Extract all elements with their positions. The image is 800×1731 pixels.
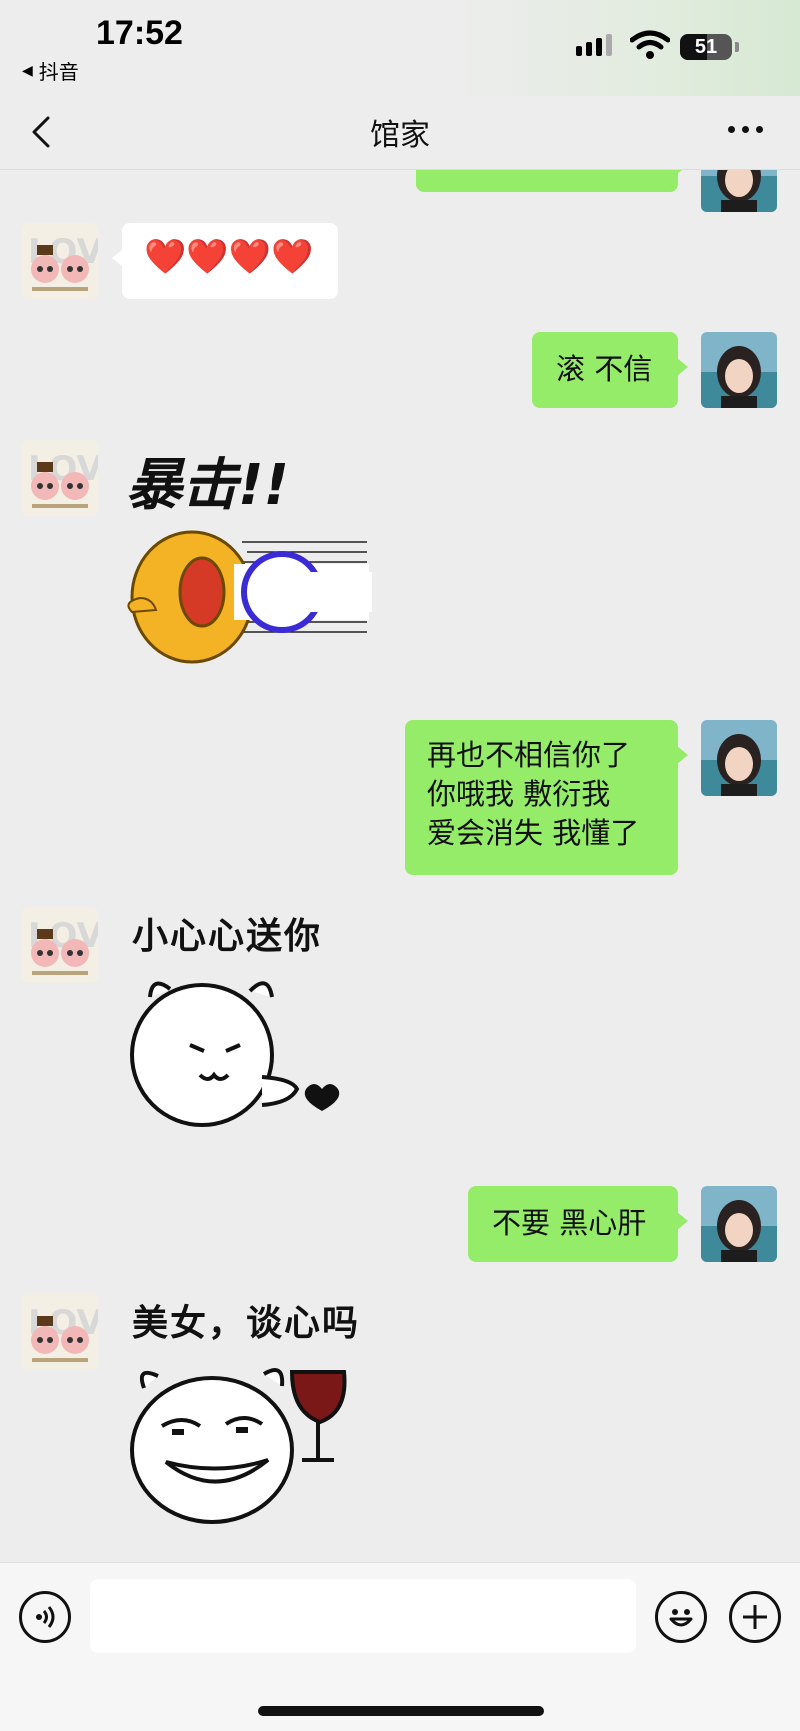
my-avatar [701, 720, 777, 796]
wifi-icon [630, 30, 670, 59]
home-indicator[interactable] [258, 1706, 544, 1716]
voice-icon[interactable] [19, 1591, 71, 1643]
message-input[interactable] [90, 1579, 636, 1653]
contact-avatar: LOVE [22, 1294, 98, 1370]
cellular-signal-icon [576, 34, 612, 56]
sticker-heart-gift[interactable]: 小心心送你 [122, 907, 372, 1147]
battery-tip [735, 42, 739, 52]
message-bubble[interactable]: 再也不相信你了 你哦我 敷衍我 爱会消失 我懂了 [405, 720, 688, 875]
more-icon[interactable] [728, 126, 763, 133]
sticker-image [130, 981, 340, 1127]
sticker-heart-talk[interactable]: 美女，谈心吗 [122, 1294, 372, 1534]
message-bubble[interactable]: 不要 黑心肝 [468, 1186, 688, 1262]
back-to-app[interactable]: ◀ 抖音 [22, 56, 79, 85]
back-app-label: 抖音 [38, 60, 79, 84]
sticker-caption: 小心心送你 [132, 916, 323, 957]
message-bubble[interactable]: 滚 不信 [532, 332, 688, 408]
battery-level: 51 [694, 35, 718, 58]
chat-title: 馆家 [370, 118, 430, 153]
message-bubble[interactable]: ❤️❤️❤️❤️ [112, 223, 338, 299]
nav-bar: 馆家 [0, 96, 800, 170]
contact-avatar: LOVE [22, 223, 98, 299]
status-bar: 17:52 ◀ 抖音 51 [0, 0, 800, 96]
message-bubble-partial [416, 170, 688, 192]
contact-avatar: LOVE [22, 440, 98, 516]
my-avatar [701, 1186, 777, 1262]
sticker-crit-hit[interactable]: 暴击!! [122, 440, 372, 682]
chat-area[interactable]: LOVE ❤️❤️❤️❤️ 滚 不信 LOVE 暴击!! [0, 170, 800, 1562]
plus-icon[interactable] [729, 1591, 781, 1643]
sticker-caption: 美女，谈心吗 [132, 1303, 361, 1344]
my-avatar [701, 332, 777, 408]
status-time: 17:52 [96, 14, 183, 52]
contact-avatar: LOVE [22, 907, 98, 983]
battery-icon: 51 [680, 34, 732, 60]
sticker-image [127, 530, 372, 664]
sticker-image [130, 1368, 347, 1524]
my-avatar [701, 170, 777, 212]
back-triangle-icon: ◀ [22, 62, 33, 79]
emoji-icon[interactable] [655, 1591, 707, 1643]
